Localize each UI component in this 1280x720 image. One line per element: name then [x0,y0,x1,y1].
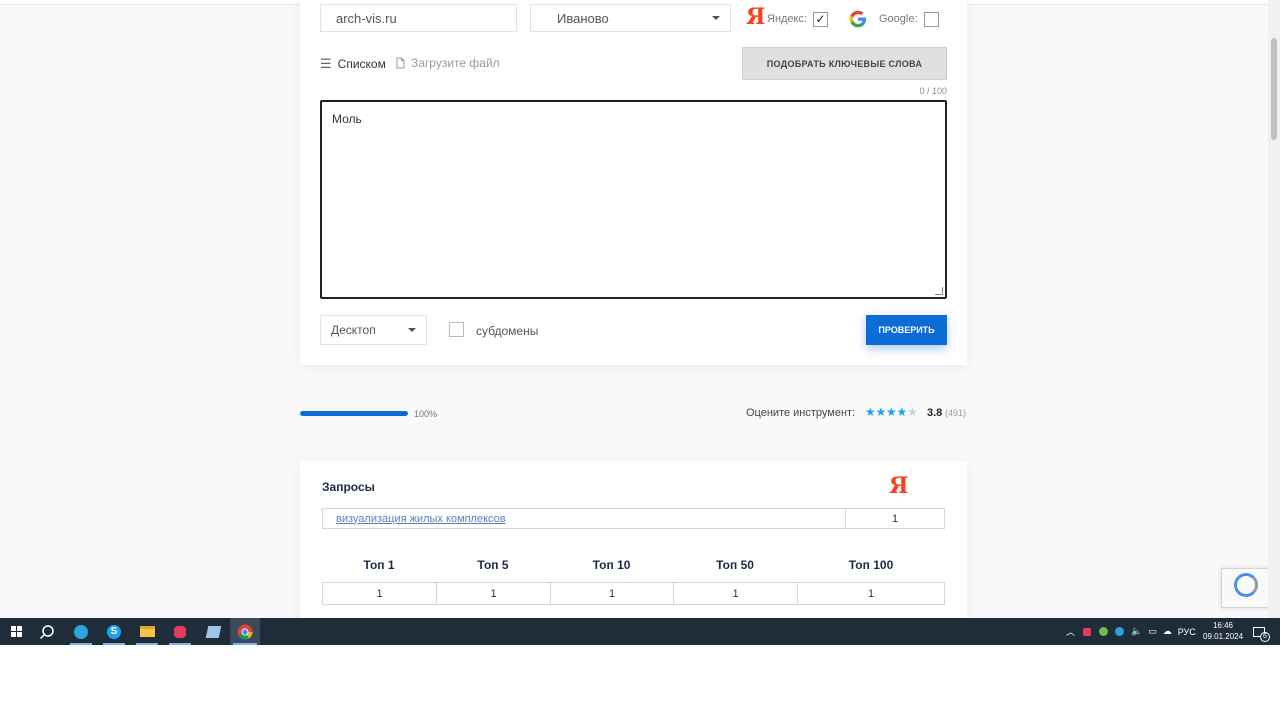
tray-app-icon[interactable] [1083,627,1092,636]
tab-list-label: Списком [337,57,386,71]
progress-percent: 100% [414,409,438,419]
file-icon [396,57,405,69]
google-logo-icon [848,9,868,34]
clock-time: 16:46 [1212,621,1234,630]
top-5-header: Топ 5 [477,558,509,572]
top-10-header: Топ 10 [592,558,631,572]
windows-start-icon[interactable] [4,618,28,645]
system-tray: ︿ 🔈 ▭ ☁ РУС [1066,618,1196,645]
file-explorer-icon[interactable] [133,618,161,645]
yandex-label: Яндекс: [767,13,808,25]
check-form-card: arch-vis.ru Иваново Я Яндекс: ✓ Google: … [300,0,967,365]
app-bug-icon[interactable] [166,618,194,645]
keywords-textarea[interactable]: Моль [320,100,947,299]
telegram-icon[interactable] [67,618,95,645]
subdomains-checkbox[interactable] [449,322,464,337]
results-card: Запросы Я визуализация жилых комплексов … [300,461,967,618]
device-select-value: Десктоп [331,323,376,337]
query-position: 1 [845,508,945,529]
progress-bar-fill [300,411,408,416]
top-10-value: 1 [550,582,674,605]
query-link[interactable]: визуализация жилых комплексов [322,508,846,529]
domain-input-value: arch-vis.ru [336,10,397,26]
telegram-tray-icon[interactable] [1115,627,1125,636]
tab-upload-file[interactable]: Загрузите файл [396,56,500,70]
recaptcha-icon [1234,573,1258,597]
chevron-up-icon[interactable]: ︿ [1066,625,1075,638]
star-icon[interactable]: ★ [876,405,887,419]
onedrive-icon[interactable]: ☁ [1163,626,1172,637]
rate-tool-label: Оцените инструмент: [746,407,856,419]
domain-input[interactable]: arch-vis.ru [320,4,517,32]
network-icon[interactable]: ▭ [1148,626,1157,637]
list-icon: ☰ [320,56,332,71]
page-scrollbar[interactable] [1268,0,1280,618]
resize-handle-icon[interactable] [935,287,943,295]
top-100-value: 1 [797,582,945,605]
chevron-down-icon [712,16,720,20]
top-50-value: 1 [673,582,798,605]
desktop-empty-area [0,645,1280,720]
subdomains-label: субдомены [476,324,539,338]
device-select[interactable]: Десктоп [320,315,427,345]
region-select[interactable]: Иваново [530,4,731,32]
check-button[interactable]: ПРОВЕРИТЬ [866,315,947,345]
browser-viewport: arch-vis.ru Иваново Я Яндекс: ✓ Google: … [0,0,1280,618]
results-title: Запросы [322,480,375,494]
top-5-value: 1 [436,582,551,605]
keyword-counter: 0 / 100 [919,86,947,96]
query-text[interactable]: визуализация жилых комплексов [336,513,506,525]
chrome-icon[interactable] [230,618,260,645]
region-select-value: Иваново [557,10,609,26]
google-label: Google: [879,13,918,25]
rating-count: (491) [945,408,967,418]
yandex-checkbox[interactable]: ✓ [813,12,828,27]
top-100-header: Топ 100 [848,558,894,572]
rating-stars[interactable]: ★ ★ ★ ★ ★ [865,405,918,419]
google-checkbox[interactable] [924,12,939,27]
volume-icon[interactable]: 🔈 [1131,626,1142,637]
top-1-header: Топ 1 [363,558,395,572]
windows-taskbar: S ︿ 🔈 ▭ ☁ РУС 6 [0,618,1280,645]
suggest-keywords-button[interactable]: ПОДОБРАТЬ КЛЮЧЕВЫЕ СЛОВА [742,47,947,80]
tab-upload-label: Загрузите файл [411,56,500,70]
notes-app-icon[interactable] [199,618,227,645]
chevron-down-icon [408,328,416,332]
recaptcha-badge[interactable] [1221,568,1271,608]
yandex-logo: Я [889,473,909,499]
shield-icon[interactable] [1099,627,1109,636]
taskbar-clock[interactable]: 16:46 09.01.2024 [1203,620,1243,642]
keywords-textarea-value: Моль [332,112,362,126]
star-icon[interactable]: ★ [897,405,908,419]
rating-value: 3.8 [927,407,943,419]
notifications-count: 6 [1260,631,1270,642]
language-indicator[interactable]: РУС [1178,627,1196,637]
star-icon[interactable]: ★ [907,405,918,419]
top-1-value: 1 [322,582,437,605]
star-icon[interactable]: ★ [886,405,897,419]
yandex-logo: Я [746,4,766,30]
top-50-header: Топ 50 [716,558,754,572]
skype-icon[interactable]: S [100,618,128,645]
scrollbar-thumb[interactable] [1271,38,1277,140]
progress-bar [300,411,408,416]
notifications-icon[interactable]: 6 [1248,618,1270,645]
search-icon[interactable] [34,618,60,645]
tab-list[interactable]: ☰ Списком [320,56,386,72]
clock-date: 09.01.2024 [1203,632,1244,641]
star-icon[interactable]: ★ [865,405,876,419]
